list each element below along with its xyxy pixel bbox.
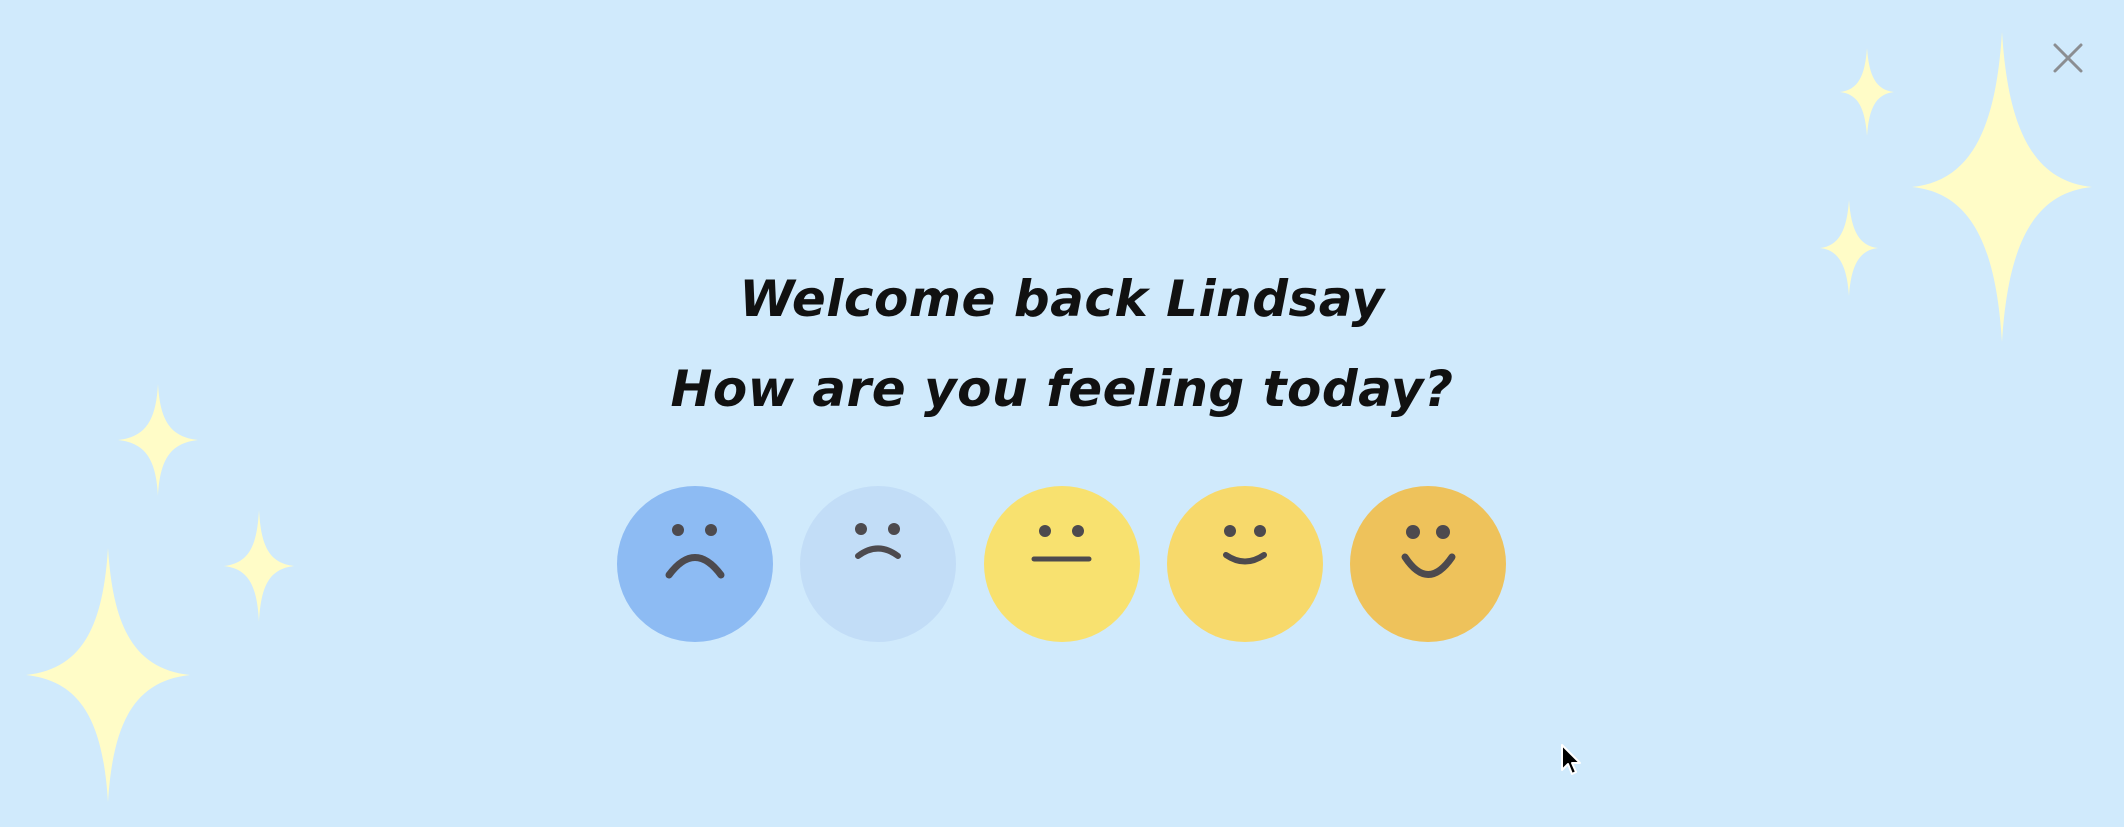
mood-sad-button[interactable] bbox=[800, 486, 956, 642]
sparkle-icon bbox=[1840, 48, 1894, 136]
mouse-pointer-icon bbox=[1561, 744, 1581, 775]
sparkle-icon bbox=[224, 510, 294, 622]
sparkle-icon bbox=[26, 548, 190, 802]
mood-neutral-button[interactable] bbox=[984, 486, 1140, 642]
mood-very-sad-button[interactable] bbox=[617, 486, 773, 642]
mood-check-in-screen: Welcome back Lindsay How are you feeling… bbox=[0, 0, 2124, 827]
mood-selector bbox=[617, 486, 1507, 642]
close-button[interactable] bbox=[2050, 40, 2086, 76]
neutral-face-icon bbox=[1031, 525, 1092, 562]
happy-face-icon bbox=[1401, 525, 1456, 578]
feeling-question: How are you feeling today? bbox=[670, 360, 1454, 418]
very-sad-face-icon bbox=[665, 524, 725, 579]
welcome-heading: Welcome back Lindsay bbox=[739, 270, 1385, 328]
close-icon bbox=[2053, 43, 2083, 73]
sad-face-icon bbox=[855, 523, 901, 559]
mood-happy-button[interactable] bbox=[1350, 486, 1506, 642]
mood-content-button[interactable] bbox=[1167, 486, 1323, 642]
content-face-icon bbox=[1223, 525, 1267, 565]
